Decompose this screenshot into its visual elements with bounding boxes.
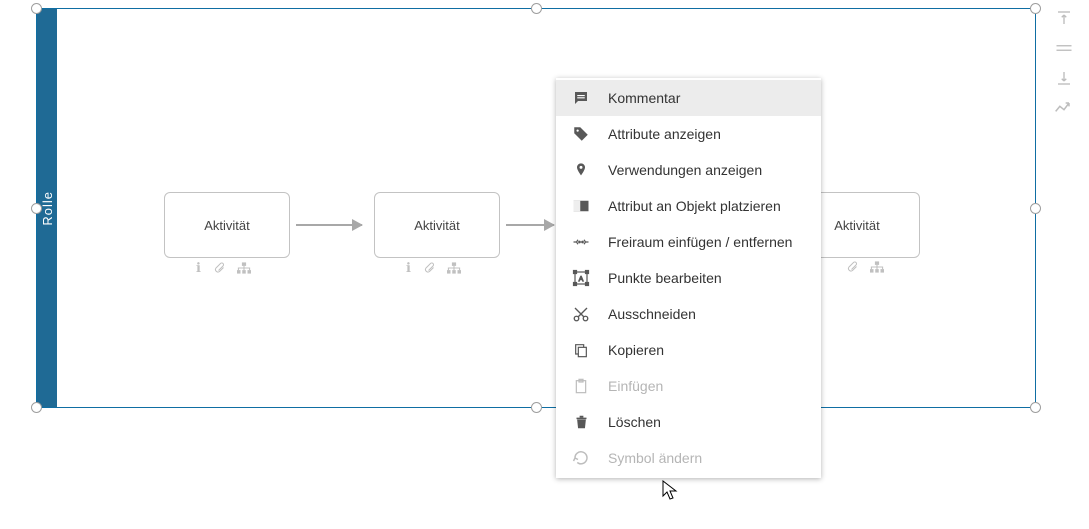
menu-item-label: Löschen [608, 414, 805, 430]
menu-item-label: Kommentar [608, 90, 805, 106]
menu-item-edit-points[interactable]: A Punkte bearbeiten [556, 260, 821, 296]
org-icon [237, 262, 251, 274]
edit-points-icon: A [572, 269, 590, 287]
menu-item-show-usages[interactable]: Verwendungen anzeigen [556, 152, 821, 188]
activity-icons [846, 260, 884, 274]
connector-arrow[interactable] [296, 224, 362, 226]
side-toolbar [1050, 8, 1078, 118]
menu-item-comment[interactable]: Kommentar [556, 80, 821, 116]
activity-node[interactable]: Aktivität [374, 192, 500, 258]
resize-handle-bottom-left[interactable] [31, 402, 42, 413]
activity-icons: ℹ [406, 260, 461, 276]
cut-icon [572, 305, 590, 323]
panel-icon [572, 197, 590, 215]
resize-handle-bottom-right[interactable] [1030, 402, 1041, 413]
copy-icon [572, 341, 590, 359]
tag-icon [572, 125, 590, 143]
activity-label: Aktivität [204, 218, 250, 233]
resize-handle-top-left[interactable] [31, 3, 42, 14]
undo-icon [572, 449, 590, 467]
align-top-icon [1055, 9, 1073, 27]
menu-item-place-attribute[interactable]: Attribut an Objekt platzieren [556, 188, 821, 224]
svg-text:A: A [579, 276, 584, 283]
attachment-icon [846, 260, 858, 274]
align-middle-icon [1055, 42, 1073, 54]
context-menu: Kommentar Attribute anzeigen Verwendunge… [556, 78, 821, 478]
menu-item-label: Attribute anzeigen [608, 126, 805, 142]
menu-item-show-attributes[interactable]: Attribute anzeigen [556, 116, 821, 152]
resize-handle-middle-right[interactable] [1030, 203, 1041, 214]
menu-item-label: Symbol ändern [608, 450, 805, 466]
connector-arrow[interactable] [506, 224, 554, 226]
menu-item-change-symbol: Symbol ändern [556, 440, 821, 476]
attachment-icon [213, 261, 225, 275]
activity-icons: ℹ [196, 260, 251, 276]
menu-item-freespace[interactable]: Freiraum einfügen / entfernen [556, 224, 821, 260]
align-bottom-button[interactable] [1053, 68, 1075, 88]
menu-item-paste: Einfügen [556, 368, 821, 404]
hspace-icon [572, 233, 590, 251]
org-icon [870, 261, 884, 273]
menu-item-label: Ausschneiden [608, 306, 805, 322]
menu-item-label: Attribut an Objekt platzieren [608, 198, 805, 214]
comment-icon [572, 89, 590, 107]
menu-item-copy[interactable]: Kopieren [556, 332, 821, 368]
menu-item-label: Kopieren [608, 342, 805, 358]
resize-handle-bottom-center[interactable] [531, 402, 542, 413]
info-icon: ℹ [406, 260, 411, 276]
cursor-icon [662, 480, 678, 500]
menu-item-label: Einfügen [608, 378, 805, 394]
attachment-icon [423, 261, 435, 275]
activity-label: Aktivität [414, 218, 460, 233]
resize-handle-middle-left[interactable] [31, 203, 42, 214]
trash-icon [572, 413, 590, 431]
trend-icon [1054, 101, 1074, 115]
paste-icon [572, 377, 590, 395]
menu-item-label: Punkte bearbeiten [608, 270, 805, 286]
menu-item-label: Verwendungen anzeigen [608, 162, 805, 178]
align-bottom-icon [1055, 69, 1073, 87]
activity-node[interactable]: Aktivität [164, 192, 290, 258]
resize-handle-top-center[interactable] [531, 3, 542, 14]
menu-item-delete[interactable]: Löschen [556, 404, 821, 440]
menu-item-cut[interactable]: Ausschneiden [556, 296, 821, 332]
org-icon [447, 262, 461, 274]
trend-button[interactable] [1053, 98, 1075, 118]
menu-item-label: Freiraum einfügen / entfernen [608, 234, 805, 250]
align-middle-button[interactable] [1053, 38, 1075, 58]
activity-label: Aktivität [834, 218, 880, 233]
pin-icon [572, 161, 590, 179]
diagram-canvas[interactable]: Rolle Aktivität ℹ Aktivität ℹ Aktivität [0, 0, 1089, 529]
info-icon: ℹ [196, 260, 201, 276]
resize-handle-top-right[interactable] [1030, 3, 1041, 14]
align-top-button[interactable] [1053, 8, 1075, 28]
